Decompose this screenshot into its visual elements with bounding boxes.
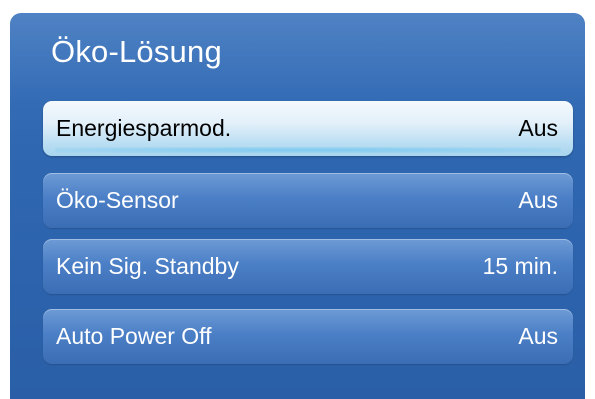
menu-item-label: Energiesparmod. [56,115,232,141]
menu-item-auto-power-off[interactable]: Auto Power Off Aus [43,309,573,364]
eco-solution-menu-panel: Öko-Lösung Energiesparmod. Aus Öko-Senso… [10,13,585,399]
menu-title: Öko-Lösung [51,34,222,69]
menu-item-label: Auto Power Off [56,323,212,349]
menu-item-value: 15 min. [482,253,558,279]
menu-item-value: Aus [518,187,558,213]
menu-item-value: Aus [518,115,558,141]
menu-item-value: Aus [518,323,558,349]
menu-item-energy-saving-mode[interactable]: Energiesparmod. Aus [43,101,573,156]
menu-item-label: Öko-Sensor [56,187,179,213]
menu-item-eco-sensor[interactable]: Öko-Sensor Aus [43,173,573,228]
menu-item-no-signal-standby[interactable]: Kein Sig. Standby 15 min. [43,239,573,294]
menu-item-label: Kein Sig. Standby [56,253,239,279]
